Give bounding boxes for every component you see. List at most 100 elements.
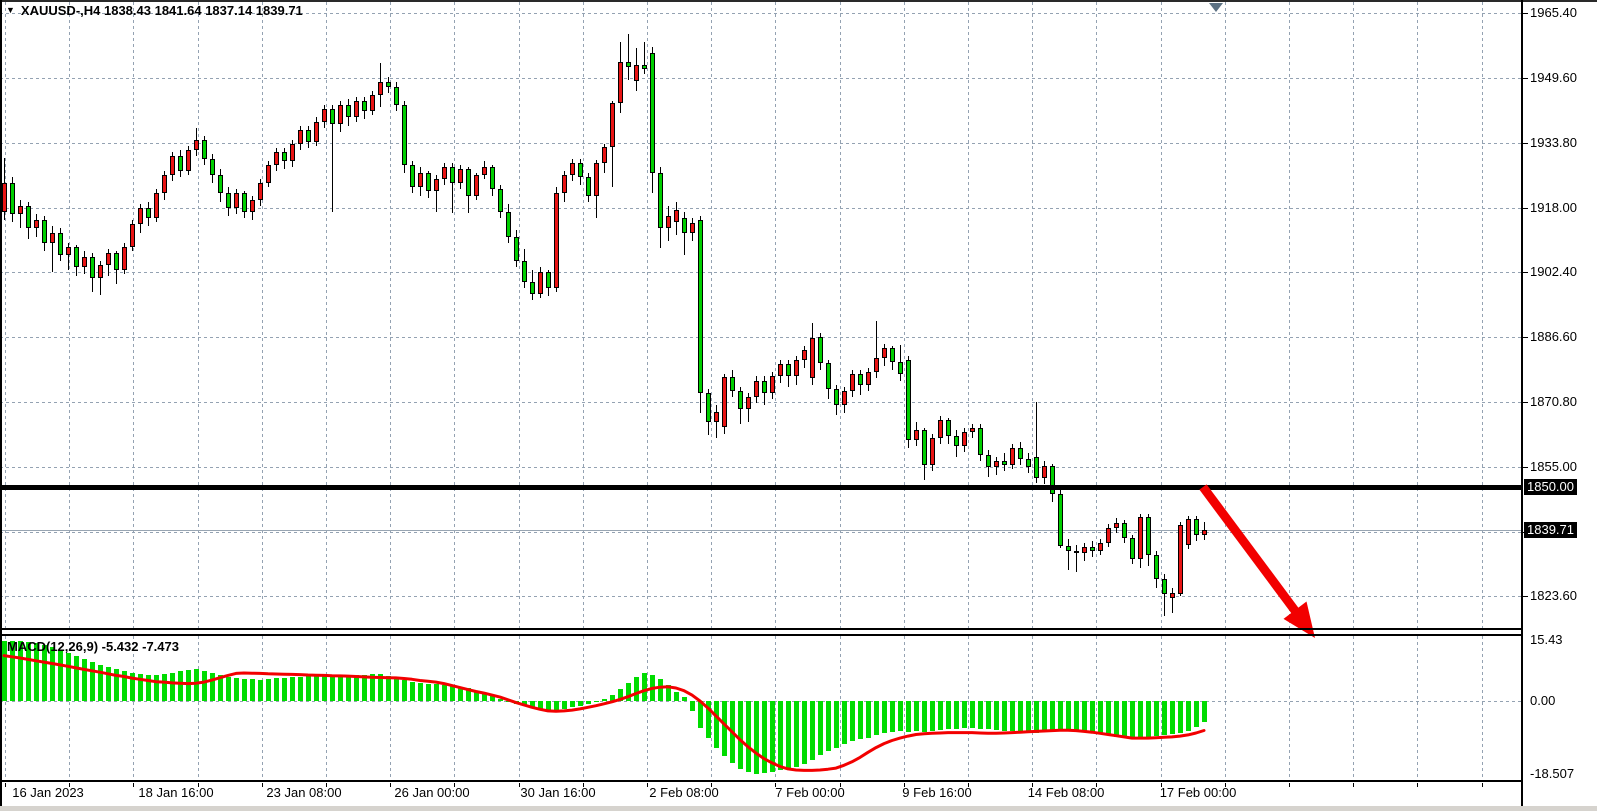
candle [242, 193, 247, 212]
macd-histogram-bar [866, 701, 871, 738]
macd-histogram-bar [562, 701, 567, 709]
macd-histogram-bar [74, 656, 79, 701]
current-price-badge: 1839.71 [1524, 522, 1577, 538]
macd-histogram-bar [138, 674, 143, 701]
macd-histogram-bar [274, 678, 279, 701]
macd-histogram-bar [818, 701, 823, 755]
candle [858, 374, 863, 384]
candle [306, 130, 311, 142]
candle [418, 173, 423, 187]
vertical-gridline [390, 636, 391, 780]
time-axis-label: 26 Jan 00:00 [394, 786, 469, 800]
candle [1122, 523, 1127, 538]
macd-histogram-bar [1202, 701, 1207, 722]
macd-histogram-bar [426, 684, 431, 701]
macd-histogram-bar [658, 679, 663, 701]
candle [1194, 519, 1199, 535]
candle [1058, 494, 1063, 546]
bottom-strip [0, 806, 1597, 811]
symbol-dropdown-icon[interactable]: ▼ [6, 6, 15, 15]
candle [874, 358, 879, 372]
candle [1098, 543, 1103, 551]
macd-histogram-bar [154, 675, 159, 701]
vertical-gridline [711, 2, 712, 628]
macd-histogram-bar [978, 701, 983, 729]
vertical-gridline [904, 636, 905, 780]
macd-histogram-bar [90, 662, 95, 701]
candle [746, 397, 751, 409]
macd-histogram-bar [346, 676, 351, 701]
candle [922, 430, 927, 465]
macd-histogram-bar [466, 688, 471, 701]
horizontal-line-1850[interactable] [0, 485, 1522, 490]
macd-histogram-bar [58, 650, 63, 701]
macd-histogram-bar [610, 695, 615, 701]
candle [466, 169, 471, 196]
candle [570, 163, 575, 175]
macd-histogram-bar [242, 679, 247, 701]
trend-arrow[interactable] [1203, 487, 1315, 638]
macd-histogram-bar [146, 675, 151, 701]
macd-histogram-bar [538, 701, 543, 710]
macd-axis-label: 15.43 [1530, 633, 1563, 647]
vertical-gridline [454, 2, 455, 628]
time-axis-label: 2 Feb 08:00 [649, 786, 718, 800]
macd-histogram-bar [482, 693, 487, 701]
candle [906, 360, 911, 440]
candle [98, 265, 103, 277]
candle [818, 337, 823, 363]
chart-shift-marker-icon[interactable] [1209, 3, 1223, 12]
macd-histogram-bar [354, 675, 359, 701]
candle [162, 175, 167, 194]
candle [1106, 528, 1111, 543]
macd-histogram-bar [330, 676, 335, 701]
macd-histogram-bar [802, 701, 807, 764]
macd-histogram-bar [506, 701, 511, 702]
macd-histogram-bar [986, 701, 991, 729]
macd-histogram-bar [1042, 701, 1047, 732]
vertical-gridline [904, 2, 905, 628]
candle [226, 193, 231, 207]
macd-histogram-bar [410, 682, 415, 701]
macd-histogram-bar [914, 701, 919, 731]
candle [970, 428, 975, 432]
vertical-gridline [198, 2, 199, 628]
candle [1138, 517, 1143, 559]
vertical-gridline [583, 636, 584, 780]
candle [514, 237, 519, 262]
macd-histogram-bar [770, 701, 775, 772]
candle [586, 177, 591, 196]
macd-histogram-bar [114, 669, 119, 701]
macd-histogram-bar [778, 701, 783, 770]
candle [1026, 459, 1031, 467]
arrow-shaft [1203, 487, 1296, 612]
candle [994, 461, 999, 467]
time-axis-label: 16 Jan 2023 [12, 786, 84, 800]
macd-histogram-bar [1162, 701, 1167, 735]
candle [642, 65, 647, 69]
macd-histogram-bar [970, 701, 975, 728]
current-price-line [0, 530, 1522, 531]
panel-divider[interactable] [0, 634, 1522, 636]
time-axis-tick [1353, 783, 1354, 787]
vertical-gridline [262, 2, 263, 628]
price-axis-label: 1902.40 [1530, 265, 1577, 279]
macd-histogram-bar [698, 701, 703, 728]
macd-histogram-bar [1138, 701, 1143, 738]
macd-histogram-bar [1026, 701, 1031, 733]
time-axis-label: 30 Jan 16:00 [520, 786, 595, 800]
macd-histogram-bar [186, 670, 191, 701]
vertical-gridline [775, 2, 776, 628]
candle [138, 208, 143, 224]
macd-histogram-bar [394, 678, 399, 701]
vertical-gridline [1225, 2, 1226, 628]
symbol-ohlc-text: XAUUSD-,H4 1838.43 1841.64 1837.14 1839.… [21, 3, 303, 18]
macd-histogram-bar [594, 701, 599, 702]
candle [730, 377, 735, 391]
macd-histogram-bar [786, 701, 791, 769]
candle [490, 167, 495, 190]
macd-histogram-bar [1058, 701, 1063, 731]
candle [330, 109, 335, 123]
candle [714, 412, 719, 422]
macd-histogram-bar [634, 677, 639, 701]
